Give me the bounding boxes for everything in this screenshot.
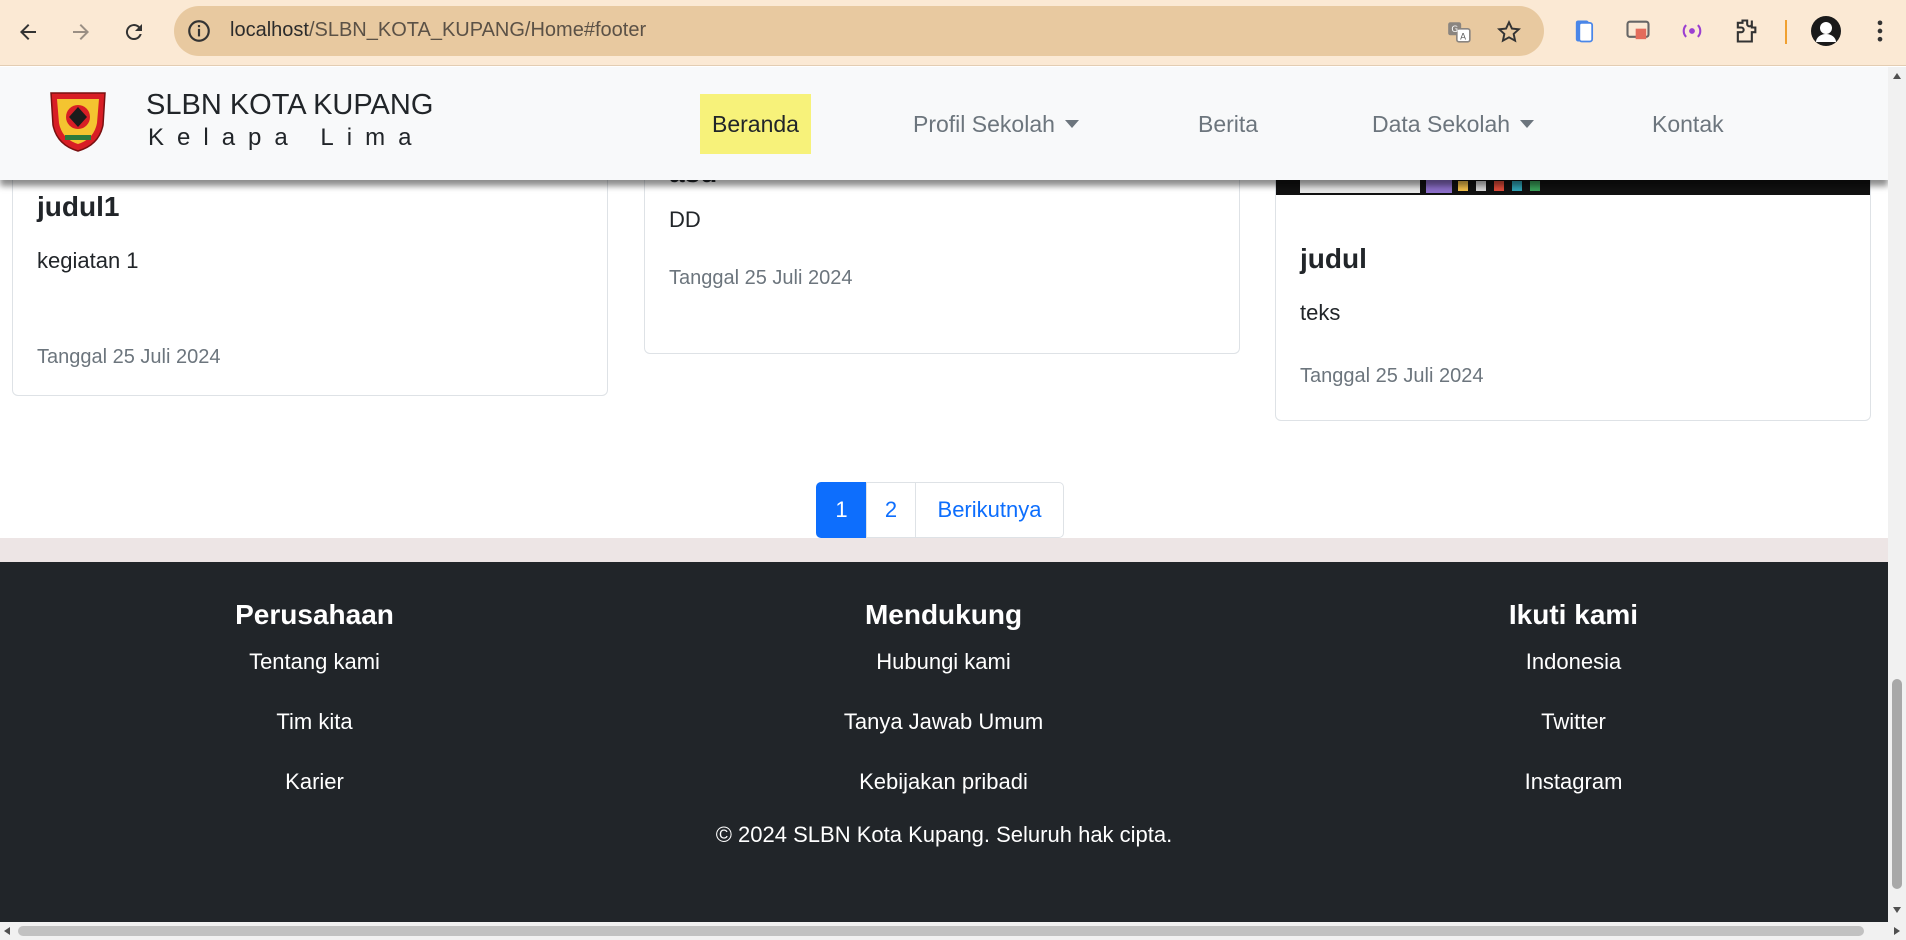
- footer-link-faq[interactable]: Tanya Jawab Umum: [629, 709, 1258, 735]
- section-divider: [0, 538, 1888, 562]
- nav-label: Berita: [1198, 110, 1259, 137]
- toolbar-separator: [1785, 20, 1787, 44]
- next-page-link[interactable]: Berikutnya: [915, 482, 1064, 538]
- footer-link-hubungi-kami[interactable]: Hubungi kami: [629, 649, 1258, 675]
- card-date: Tanggal 25 Juli 2024: [37, 346, 221, 368]
- forward-icon: [73, 24, 89, 40]
- pagination: 1 2 Berikutnya: [816, 482, 1064, 538]
- footer-heading: Perusahaan: [235, 599, 394, 630]
- url-path: /SLBN_KOTA_KUPANG/Home#footer: [308, 19, 647, 41]
- cast-extension-icon[interactable]: [1624, 17, 1652, 45]
- browser-toolbar: localhost/SLBN_KOTA_KUPANG/Home#footer G…: [0, 0, 1906, 66]
- footer-link-karier[interactable]: Karier: [0, 769, 629, 795]
- page-2-link[interactable]: 2: [866, 482, 916, 538]
- footer-link-kebijakan-pribadi[interactable]: Kebijakan pribadi: [629, 769, 1258, 795]
- page-viewport: judul1 kegiatan 1 Tanggal 25 Juli 2024 a…: [0, 67, 1888, 922]
- nav-profil-sekolah[interactable]: Profil Sekolah: [913, 94, 1079, 154]
- chevron-down-icon: [1520, 120, 1535, 128]
- scrollbar-thumb[interactable]: [1892, 679, 1902, 889]
- card-date: Tanggal 25 Juli 2024: [1300, 365, 1484, 387]
- translate-icon[interactable]: GA: [1446, 19, 1472, 45]
- card-text: DD: [669, 207, 701, 232]
- nav-label: Kontak: [1652, 110, 1724, 137]
- puzzle-extensions-icon[interactable]: [1732, 17, 1760, 45]
- scroll-right-icon[interactable]: [1894, 927, 1900, 935]
- svg-text:G: G: [1451, 25, 1458, 35]
- nav-beranda[interactable]: Beranda: [700, 94, 811, 154]
- scroll-up-icon[interactable]: [1893, 73, 1901, 79]
- copyright-text: © 2024 SLBN Kota Kupang. Seluruh hak cip…: [715, 822, 1173, 847]
- card-date: Tanggal 25 Juli 2024: [669, 267, 853, 289]
- vertical-scrollbar[interactable]: [1888, 67, 1906, 922]
- brand-subtitle: Kelapa Lima: [148, 124, 425, 151]
- scroll-down-icon[interactable]: [1893, 907, 1901, 913]
- page-1-link[interactable]: 1: [816, 482, 867, 538]
- url-host: localhost: [230, 19, 309, 41]
- menu-icon[interactable]: [1866, 17, 1894, 45]
- scrollbar-thumb[interactable]: [18, 926, 1864, 936]
- footer-link-indonesia[interactable]: Indonesia: [1259, 649, 1888, 675]
- brand-title[interactable]: SLBN KOTA KUPANG: [146, 89, 433, 122]
- back-button[interactable]: [8, 12, 48, 52]
- nav-label: Profil Sekolah: [913, 110, 1055, 137]
- forward-button[interactable]: [61, 12, 101, 52]
- nav-kontak[interactable]: Kontak: [1652, 94, 1724, 154]
- footer: Perusahaan Tentang kami Tim kita Karier …: [0, 562, 1888, 922]
- footer-link-twitter[interactable]: Twitter: [1259, 709, 1888, 735]
- site-navbar: SLBN KOTA KUPANG Kelapa Lima Beranda Pro…: [0, 67, 1888, 180]
- nav-berita[interactable]: Berita: [1198, 94, 1258, 154]
- card-title[interactable]: judul1: [37, 191, 119, 223]
- bookmark-star-icon[interactable]: [1496, 19, 1522, 45]
- nav-data-sekolah[interactable]: Data Sekolah: [1372, 94, 1535, 154]
- svg-text:A: A: [1460, 33, 1466, 43]
- card-text: teks: [1300, 300, 1341, 325]
- footer-heading: Mendukung: [864, 599, 1023, 630]
- footer-link-tim-kita[interactable]: Tim kita: [0, 709, 629, 735]
- phone-extension-icon[interactable]: [1570, 17, 1598, 45]
- broadcast-extension-icon[interactable]: [1678, 17, 1706, 45]
- footer-link-instagram[interactable]: Instagram: [1259, 769, 1888, 795]
- url-text: localhost/SLBN_KOTA_KUPANG/Home#footer: [230, 19, 646, 42]
- school-logo-icon[interactable]: [47, 87, 109, 153]
- nav-label: Data Sekolah: [1372, 110, 1511, 137]
- scroll-left-icon[interactable]: [4, 927, 10, 935]
- footer-link-tentang-kami[interactable]: Tentang kami: [0, 649, 629, 675]
- footer-heading: Ikuti kami: [1508, 599, 1639, 630]
- reload-icon: [125, 24, 142, 41]
- nav-label: Beranda: [712, 110, 799, 137]
- profile-avatar-icon[interactable]: [1810, 15, 1842, 47]
- chevron-down-icon: [1064, 120, 1079, 128]
- back-icon: [20, 24, 36, 40]
- card-title[interactable]: judul: [1300, 243, 1367, 275]
- card-text: kegiatan 1: [37, 248, 139, 273]
- reload-button[interactable]: [114, 12, 154, 52]
- info-icon[interactable]: [186, 18, 212, 44]
- horizontal-scrollbar[interactable]: [0, 922, 1906, 940]
- address-bar[interactable]: localhost/SLBN_KOTA_KUPANG/Home#footer G…: [174, 6, 1544, 56]
